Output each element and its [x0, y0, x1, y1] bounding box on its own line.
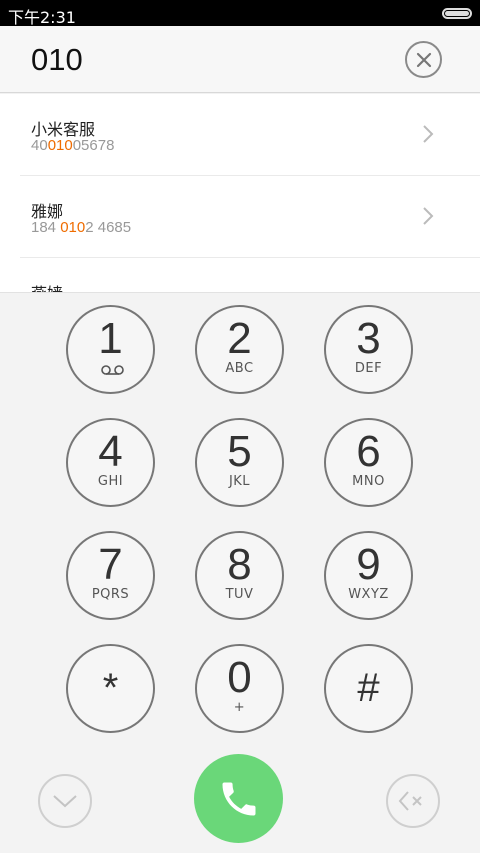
key-digit: 8	[227, 540, 252, 589]
call-button[interactable]	[194, 754, 283, 843]
key-digit: 2	[227, 314, 252, 363]
phone-icon	[222, 782, 255, 815]
chevron-right-icon[interactable]	[422, 206, 434, 226]
key-digit: 7	[98, 540, 123, 589]
key-letters: TUV	[225, 587, 254, 602]
key-digit: 6	[356, 427, 381, 476]
key-digit: 9	[356, 540, 381, 589]
key-3[interactable]: 3 DEF	[324, 305, 413, 394]
key-7[interactable]: 7 PQRS	[66, 531, 155, 620]
key-letters: PQRS	[91, 587, 130, 602]
backspace-icon	[398, 791, 422, 811]
key-5[interactable]: 5 JKL	[195, 418, 284, 507]
number-match: 010	[47, 137, 73, 154]
chevron-right-icon[interactable]	[422, 124, 434, 144]
dial-input-bar: 010	[0, 26, 480, 93]
key-letters: MNO	[352, 474, 385, 489]
key-hash[interactable]: #	[324, 644, 413, 733]
dialed-number[interactable]: 010	[31, 42, 83, 78]
chevron-down-icon	[53, 795, 77, 808]
number-suffix: 05678	[72, 137, 115, 154]
key-digit: 1	[98, 314, 123, 363]
number-match: 010	[60, 219, 86, 236]
key-letters: ABC	[225, 361, 254, 376]
key-9[interactable]: 9 WXYZ	[324, 531, 413, 620]
contact-results: 小米客服 4001005678 雅娜 184 0102 4685 燕嫱	[0, 94, 480, 292]
key-letters: DEF	[354, 361, 383, 376]
voicemail-icon	[101, 365, 124, 375]
key-4[interactable]: 4 GHI	[66, 418, 155, 507]
key-digit: 0	[227, 653, 252, 702]
key-letters: WXYZ	[348, 587, 389, 602]
key-1[interactable]: 1	[66, 305, 155, 394]
key-letters: JKL	[228, 474, 251, 489]
key-star[interactable]: *	[66, 644, 155, 733]
key-letters: GHI	[97, 474, 124, 489]
status-bar: 下午2:31	[0, 0, 480, 27]
close-icon	[416, 52, 431, 67]
contact-number: 184 0102 4685	[31, 219, 131, 236]
collapse-keypad-button[interactable]	[38, 774, 92, 828]
contact-row[interactable]: 雅娜 184 0102 4685	[20, 176, 480, 258]
number-prefix: 184	[31, 219, 61, 236]
key-digit: 3	[356, 314, 381, 363]
status-time: 下午2:31	[8, 8, 76, 27]
battery-level	[445, 11, 469, 16]
contact-name: 燕嫱	[31, 280, 63, 292]
number-suffix: 2 4685	[85, 219, 132, 236]
contact-row[interactable]: 小米客服 4001005678	[20, 94, 480, 176]
backspace-button[interactable]	[386, 774, 440, 828]
battery-icon	[442, 8, 472, 19]
contact-row[interactable]: 燕嫱	[20, 258, 480, 292]
contact-number: 4001005678	[31, 137, 114, 154]
key-digit: *	[102, 666, 119, 710]
key-0[interactable]: 0 +	[195, 644, 284, 733]
key-digit: 5	[227, 427, 252, 476]
key-letters: +	[233, 700, 246, 715]
key-2[interactable]: 2 ABC	[195, 305, 284, 394]
number-prefix: 40	[31, 137, 48, 154]
key-digit: 4	[98, 427, 123, 476]
key-digit: #	[357, 666, 380, 710]
key-6[interactable]: 6 MNO	[324, 418, 413, 507]
key-8[interactable]: 8 TUV	[195, 531, 284, 620]
clear-button[interactable]	[405, 41, 442, 78]
